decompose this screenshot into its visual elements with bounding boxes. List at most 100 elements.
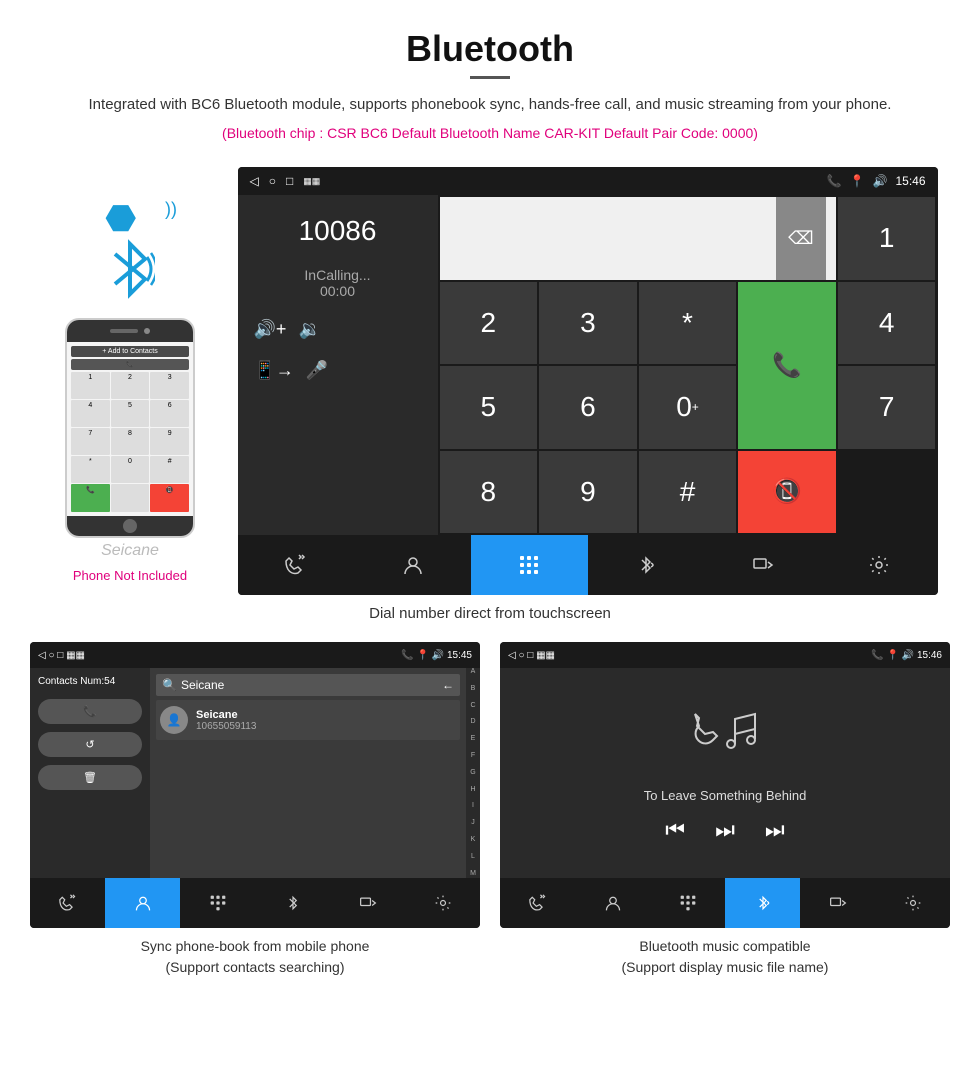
pb-caption-text: Sync phone-book from mobile phone(Suppor… bbox=[141, 938, 370, 975]
music-wrap: ◁ ○ □ ▦▦ 📞 📍 🔊 15:46 To Leave Something … bbox=[500, 642, 950, 978]
pb-contact-item: 👤 Seicane 10655059113 bbox=[156, 700, 460, 740]
car-nav-contacts[interactable] bbox=[354, 535, 471, 595]
pb-letter-a: A bbox=[471, 668, 476, 676]
music-nav-contacts[interactable] bbox=[575, 878, 650, 928]
pb-contacts-num: Contacts Num:54 bbox=[38, 676, 142, 687]
dial-key-2[interactable]: 2 bbox=[440, 282, 538, 365]
car-nav-dialpad[interactable] bbox=[471, 535, 588, 595]
music-nav-settings[interactable] bbox=[875, 878, 950, 928]
pb-nav-contacts[interactable] bbox=[105, 878, 180, 928]
pb-nav-settings[interactable] bbox=[405, 878, 480, 928]
pb-left-panel: Contacts Num:54 📞 ↺ 🗑 bbox=[30, 668, 150, 878]
car-nav-transfer[interactable] bbox=[704, 535, 821, 595]
phone-status-icon: 📞 bbox=[827, 174, 842, 188]
dial-key-3[interactable]: 3 bbox=[539, 282, 637, 365]
volume-up-icon[interactable]: 🔊+ bbox=[254, 319, 287, 340]
pb-nav-dialpad[interactable] bbox=[180, 878, 255, 928]
car-nav-calls[interactable] bbox=[238, 535, 355, 595]
music-next-button[interactable]: ⏭ bbox=[765, 817, 785, 843]
main-screenshot-row: ⬣ )) + Add to Contacts 📞 1 bbox=[0, 167, 980, 595]
car-nav-bluetooth[interactable] bbox=[588, 535, 705, 595]
phone-bottom bbox=[67, 516, 193, 536]
car-left-panel: 10086 InCalling... 00:00 🔊+ 🔉 📱→ 🎤 bbox=[238, 195, 438, 535]
title-divider bbox=[470, 76, 510, 79]
pb-sync-btn[interactable]: ↺ bbox=[38, 732, 142, 757]
dial-key-4[interactable]: 4 bbox=[838, 282, 936, 365]
pb-search-icon: 🔍 bbox=[162, 678, 177, 692]
music-caption-text: Bluetooth music compatible(Support displ… bbox=[622, 938, 829, 975]
dial-end-button[interactable]: 📵 bbox=[738, 451, 836, 534]
pb-status-bar: ◁ ○ □ ▦▦ 📞 📍 🔊 15:45 bbox=[30, 642, 480, 668]
transfer-call-icon[interactable]: 📱→ bbox=[254, 360, 294, 381]
dial-key-star[interactable]: * bbox=[639, 282, 737, 365]
dial-key-5[interactable]: 5 bbox=[440, 366, 538, 449]
pb-main: Contacts Num:54 📞 ↺ 🗑 🔍 Seicane ← 👤 Seic bbox=[30, 668, 480, 878]
phone-camera bbox=[144, 328, 150, 334]
music-screen: ◁ ○ □ ▦▦ 📞 📍 🔊 15:46 To Leave Something … bbox=[500, 642, 950, 928]
car-calling-text: InCalling... bbox=[254, 267, 422, 283]
bluetooth-logo-icon bbox=[105, 239, 155, 299]
pb-nav-transfer[interactable] bbox=[330, 878, 405, 928]
music-nav-transfer[interactable] bbox=[800, 878, 875, 928]
music-nav-bluetooth[interactable] bbox=[725, 878, 800, 928]
phone-top-bar bbox=[67, 320, 193, 342]
music-prev-button[interactable]: ⏮ bbox=[665, 817, 685, 843]
dial-call-button[interactable]: 📞 bbox=[738, 282, 836, 449]
dial-key-7[interactable]: 7 bbox=[838, 366, 936, 449]
phone-key-5: 5 bbox=[111, 400, 150, 427]
pb-letter-f: F bbox=[471, 752, 475, 760]
phone-contacts-row: 📞 bbox=[71, 359, 189, 370]
dial-key-6[interactable]: 6 bbox=[539, 366, 637, 449]
music-play-button[interactable]: ⏭ bbox=[715, 817, 735, 843]
volume-down-icon[interactable]: 🔉 bbox=[298, 319, 320, 340]
phone-key-0: 0 bbox=[111, 456, 150, 483]
pb-search-row: 🔍 Seicane ← bbox=[156, 674, 460, 696]
phone-numpad: 1 2 3 4 5 6 7 8 9 * 0 # 📞 📵 bbox=[71, 372, 189, 512]
page-title: Bluetooth bbox=[20, 28, 960, 70]
pb-nav-calls[interactable] bbox=[30, 878, 105, 928]
pb-letter-d: D bbox=[470, 718, 475, 726]
pb-letter-i: I bbox=[472, 802, 474, 810]
pb-delete-btn[interactable]: 🗑 bbox=[38, 765, 142, 790]
music-phone-music-icon bbox=[685, 704, 765, 774]
dial-key-8[interactable]: 8 bbox=[440, 451, 538, 534]
dial-key-1[interactable]: 1 bbox=[838, 197, 936, 280]
location-icon: 📍 bbox=[850, 174, 865, 188]
phone-key-4: 4 bbox=[71, 400, 110, 427]
pb-search-back-icon: ← bbox=[442, 678, 454, 692]
phone-key-2: 2 bbox=[111, 372, 150, 399]
pb-call-btn[interactable]: 📞 bbox=[38, 699, 142, 724]
recents-icon: □ bbox=[286, 174, 293, 188]
page-header: Bluetooth Integrated with BC6 Bluetooth … bbox=[0, 0, 980, 167]
music-nav-icons: ◁ ○ □ ▦▦ bbox=[508, 650, 555, 661]
phone-key-7: 7 bbox=[71, 428, 110, 455]
signal-icon: ▦▦ bbox=[303, 176, 320, 187]
car-number-display: 10086 bbox=[254, 215, 422, 247]
dial-backspace-button[interactable]: ⌫ bbox=[776, 197, 826, 280]
music-status-bar: ◁ ○ □ ▦▦ 📞 📍 🔊 15:46 bbox=[500, 642, 950, 668]
dial-key-9[interactable]: 9 bbox=[539, 451, 637, 534]
phone-key-hash: # bbox=[150, 456, 189, 483]
pb-nav-bluetooth[interactable] bbox=[255, 878, 330, 928]
pb-right-panel: 🔍 Seicane ← 👤 Seicane 10655059113 bbox=[150, 668, 466, 878]
car-action-row: 📱→ 🎤 bbox=[254, 360, 422, 381]
microphone-icon[interactable]: 🎤 bbox=[306, 360, 328, 381]
music-nav-calls[interactable] bbox=[500, 878, 575, 928]
phonebook-screen: ◁ ○ □ ▦▦ 📞 📍 🔊 15:45 Contacts Num:54 📞 ↺… bbox=[30, 642, 480, 928]
music-status-right: 📞 📍 🔊 15:46 bbox=[871, 650, 942, 661]
phone-key-1: 1 bbox=[71, 372, 110, 399]
pb-letter-j: J bbox=[471, 819, 475, 827]
pb-contact-name: Seicane bbox=[196, 709, 256, 721]
car-nav-settings[interactable] bbox=[821, 535, 938, 595]
pb-letter-b: B bbox=[471, 685, 476, 693]
phone-key-9: 9 bbox=[150, 428, 189, 455]
car-volume-row: 🔊+ 🔉 bbox=[254, 319, 422, 340]
dial-key-hash[interactable]: # bbox=[639, 451, 737, 534]
bluetooth-specs: (Bluetooth chip : CSR BC6 Default Blueto… bbox=[20, 125, 960, 141]
music-nav-dialpad[interactable] bbox=[650, 878, 725, 928]
pb-avatar: 👤 bbox=[160, 706, 188, 734]
dial-key-0plus[interactable]: 0+ bbox=[639, 366, 737, 449]
phone-home-button bbox=[123, 519, 137, 533]
phone-key-call: 📞 bbox=[71, 484, 110, 512]
pb-letter-e: E bbox=[471, 735, 476, 743]
